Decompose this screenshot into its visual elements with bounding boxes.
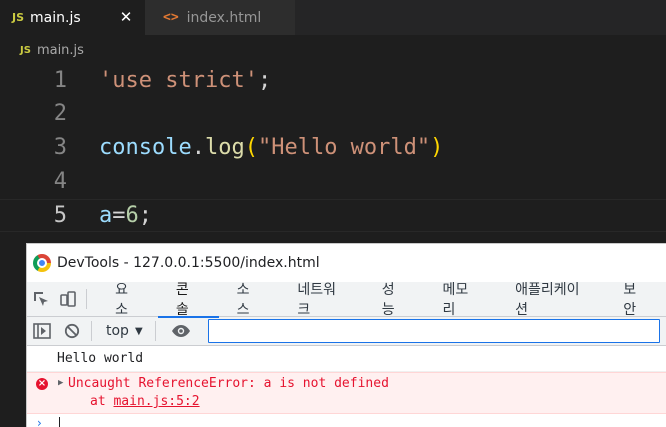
tab-main-js[interactable]: JS main.js ✕	[0, 0, 145, 35]
open-paren: (	[244, 135, 258, 160]
string-literal: 'use strict'	[99, 68, 258, 93]
line-number: 1	[53, 68, 67, 93]
window-title: DevTools - 127.0.0.1:5500/index.html	[57, 255, 320, 271]
tab-performance[interactable]: 성능	[364, 282, 425, 318]
inspect-element-icon[interactable]	[27, 282, 55, 317]
code-line-2[interactable]: 2	[0, 97, 666, 130]
console-prompt[interactable]: ›	[27, 414, 666, 427]
toolbar-divider	[154, 321, 156, 341]
tab-label: main.js	[30, 9, 81, 26]
close-paren: )	[430, 135, 444, 160]
line-number: 4	[53, 169, 67, 194]
breadcrumb-file[interactable]: main.js	[37, 43, 84, 58]
console-filter-input[interactable]	[207, 319, 660, 343]
semicolon: ;	[257, 68, 272, 93]
device-toolbar-icon[interactable]	[55, 282, 83, 317]
code-text: 'use strict';	[99, 68, 271, 93]
tab-elements[interactable]: 요소	[97, 282, 158, 318]
identifier: a	[99, 203, 113, 228]
editor-tab-bar: JS main.js ✕ <> index.html	[0, 0, 666, 35]
tab-security[interactable]: 보안	[605, 282, 666, 318]
line-number: 2	[53, 101, 67, 126]
dot: .	[191, 135, 205, 160]
semicolon: ;	[138, 203, 152, 228]
stack-at: at	[90, 394, 106, 409]
tab-memory[interactable]: 메모리	[425, 282, 498, 318]
line-number: 5	[53, 203, 67, 228]
javascript-file-icon: JS	[12, 11, 25, 24]
chrome-icon	[33, 254, 51, 272]
console-error-message[interactable]: × ▶ Uncaught ReferenceError: a is not de…	[27, 372, 666, 414]
error-text: Uncaught ReferenceError: a is not define…	[68, 376, 389, 391]
function-name: log	[204, 135, 245, 160]
tab-network[interactable]: 네트워크	[279, 282, 363, 318]
context-value: top	[106, 323, 129, 339]
toolbar-divider	[91, 321, 92, 341]
code-line-5[interactable]: 5 a=6;	[0, 199, 666, 232]
context-selector[interactable]: top ▼	[102, 323, 151, 339]
html-file-icon: <>	[163, 10, 179, 25]
code-text: console.log("Hello world")	[99, 135, 443, 160]
dropdown-caret-icon: ▼	[134, 325, 143, 337]
close-icon[interactable]: ✕	[117, 7, 135, 27]
console-log-message[interactable]: Hello world	[27, 346, 666, 372]
identifier: console	[99, 135, 192, 160]
devtools-title-bar[interactable]: DevTools - 127.0.0.1:5500/index.html	[27, 244, 666, 282]
breadcrumb: JS main.js	[0, 35, 666, 65]
code-line-4[interactable]: 4	[0, 165, 666, 198]
code-line-1[interactable]: 1 'use strict';	[0, 64, 666, 97]
assign-operator: =	[112, 203, 126, 228]
number-literal: 6	[125, 203, 139, 228]
expand-triangle-icon[interactable]: ▶	[58, 378, 63, 388]
source-link[interactable]: main.js:5:2	[113, 394, 199, 409]
string-literal: "Hello world"	[257, 135, 431, 160]
devtools-window: DevTools - 127.0.0.1:5500/index.html 요소 …	[26, 243, 666, 427]
tab-label: index.html	[186, 9, 262, 26]
tab-index-html[interactable]: <> index.html	[145, 0, 295, 35]
tab-application[interactable]: 애플리케이션	[497, 282, 605, 318]
console-toolbar: top ▼	[27, 317, 666, 346]
line-number: 3	[53, 135, 67, 160]
code-text: a=6;	[99, 203, 152, 228]
toolbar-divider	[86, 289, 88, 309]
text-cursor	[59, 417, 60, 427]
tab-sources[interactable]: 소스	[219, 282, 280, 318]
clear-console-icon[interactable]	[57, 314, 87, 349]
sidebar-toggle-icon[interactable]	[27, 314, 57, 349]
error-icon: ×	[36, 378, 48, 390]
javascript-file-icon: JS	[20, 44, 31, 56]
code-line-3[interactable]: 3 console.log("Hello world")	[0, 131, 666, 164]
error-stack-line: at main.js:5:2	[90, 394, 200, 409]
console-output: Hello world × ▶ Uncaught ReferenceError:…	[27, 346, 666, 427]
tab-console[interactable]: 콘솔	[157, 282, 219, 318]
devtools-panel-tabs: 요소 콘솔 소스 네트워크 성능 메모리 애플리케이션 보안	[27, 282, 666, 318]
prompt-chevron-icon: ›	[37, 416, 42, 427]
